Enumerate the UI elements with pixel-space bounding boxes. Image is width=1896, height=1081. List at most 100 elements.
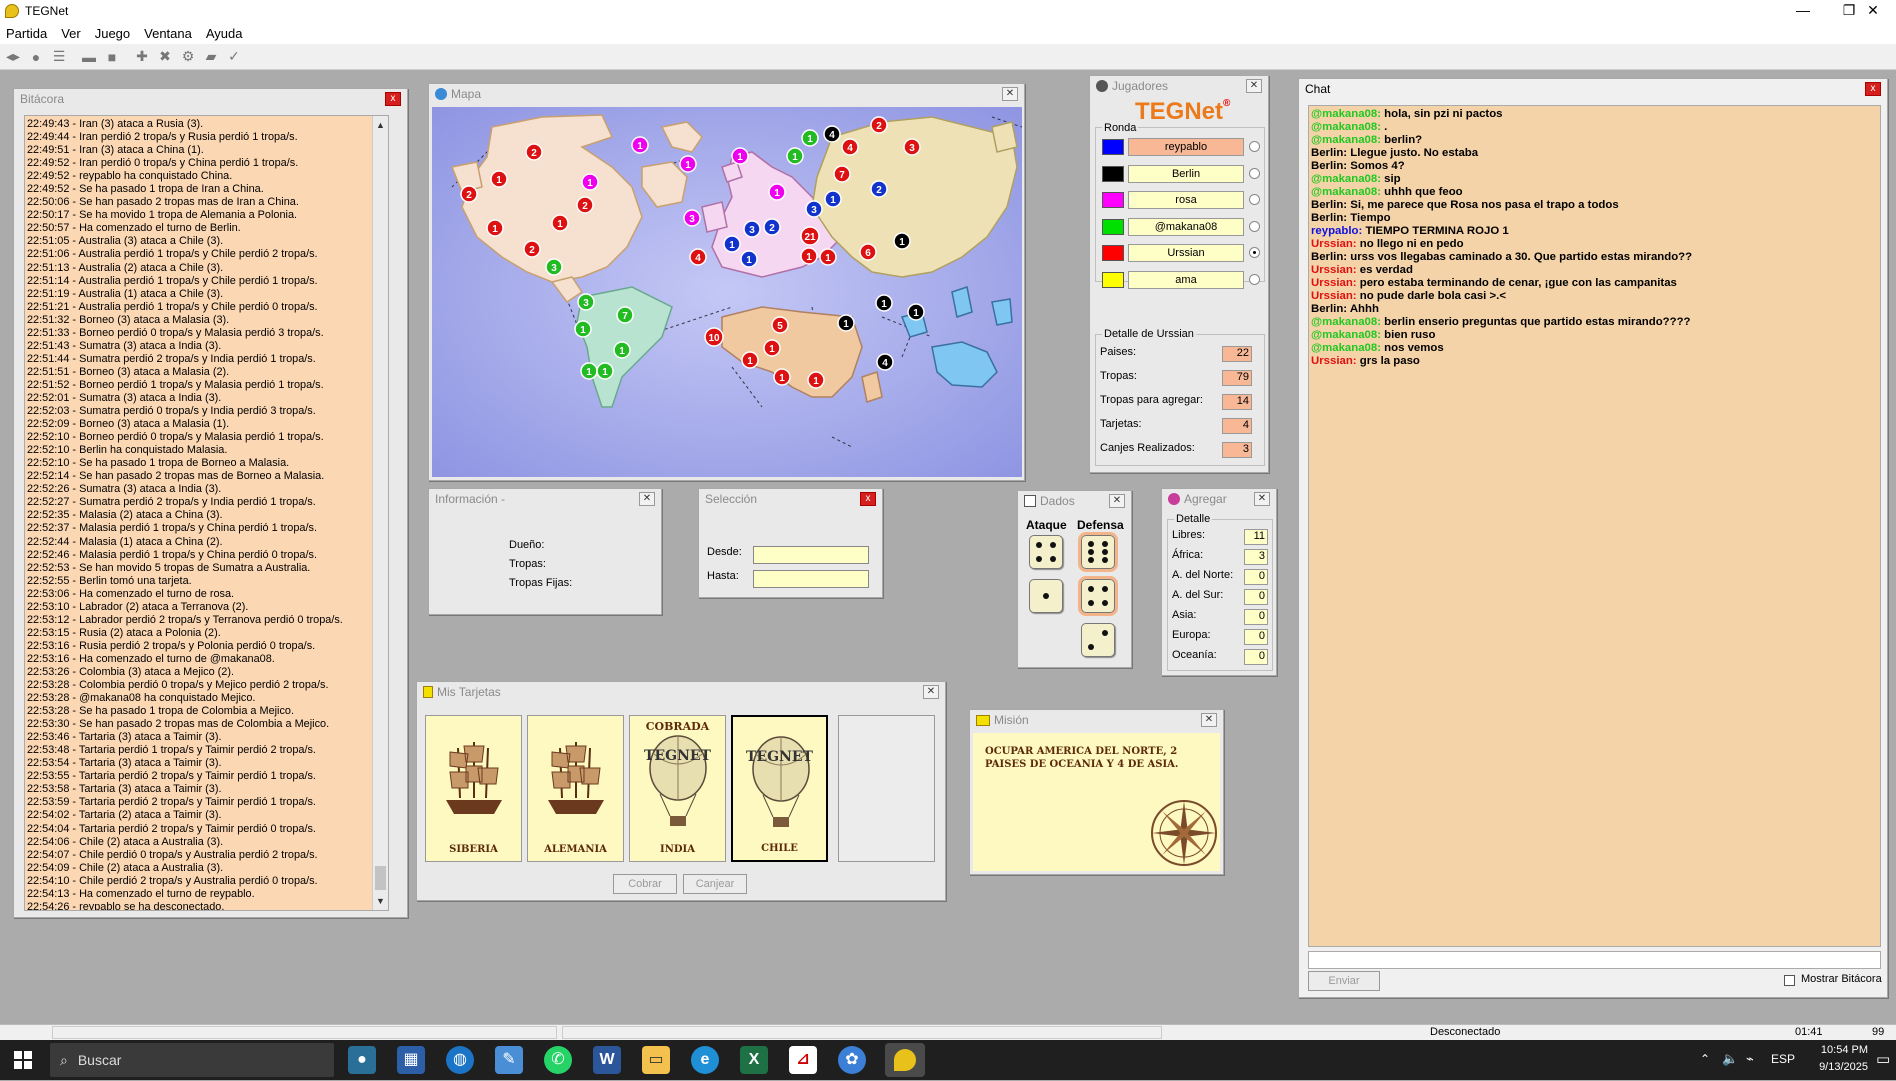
connect-icon[interactable]: ◂▸ bbox=[2, 47, 24, 67]
player-row[interactable]: Urssian bbox=[1102, 244, 1260, 262]
army-marker[interactable]: 4 bbox=[841, 138, 859, 156]
player-radio[interactable] bbox=[1249, 247, 1260, 258]
notifications-icon[interactable]: ▭ bbox=[1876, 1050, 1890, 1068]
player-radio[interactable] bbox=[1249, 167, 1260, 179]
army-marker[interactable]: 3 bbox=[545, 258, 563, 276]
army-marker[interactable]: 3 bbox=[577, 293, 595, 311]
army-marker[interactable]: 1 bbox=[786, 147, 804, 165]
army-marker[interactable]: 1 bbox=[801, 129, 819, 147]
stack-icon[interactable]: ■ bbox=[101, 47, 123, 67]
end-turn-icon[interactable]: ✓ bbox=[223, 47, 245, 67]
army-marker[interactable]: 2 bbox=[576, 196, 594, 214]
regroup-icon[interactable]: ⚙ bbox=[177, 47, 199, 67]
info-close-button[interactable]: ✕ bbox=[639, 492, 655, 506]
army-marker[interactable]: 2 bbox=[525, 143, 543, 161]
card-icon[interactable]: ▬ bbox=[78, 47, 100, 67]
log-box[interactable]: 22:49:43 - Iran (3) ataca a Rusia (3). 22… bbox=[24, 115, 389, 911]
dice-close-button[interactable]: ✕ bbox=[1109, 494, 1125, 508]
close-window-button[interactable]: ✕ bbox=[1850, 0, 1896, 22]
app-circle-icon[interactable]: ✿ bbox=[838, 1046, 866, 1074]
player-row[interactable]: reypablo bbox=[1102, 138, 1260, 156]
army-marker[interactable]: 1 bbox=[768, 183, 786, 201]
army-marker[interactable]: 2 bbox=[523, 240, 541, 258]
selection-close-button[interactable]: x bbox=[860, 492, 876, 506]
calculator-icon[interactable]: ▦ bbox=[397, 1046, 425, 1074]
player-radio[interactable] bbox=[1249, 220, 1260, 232]
cobrar-button[interactable]: Cobrar bbox=[613, 874, 677, 894]
chat-input[interactable] bbox=[1308, 951, 1881, 969]
army-marker[interactable]: 1 bbox=[613, 341, 631, 359]
card-siberia[interactable]: SIBERIA bbox=[425, 715, 522, 862]
minimize-button[interactable]: — bbox=[1780, 0, 1826, 22]
army-marker[interactable]: 3 bbox=[903, 138, 921, 156]
edge-icon[interactable]: e bbox=[691, 1046, 719, 1074]
clock-date[interactable]: 9/13/2025 bbox=[1810, 1061, 1868, 1073]
army-marker[interactable]: 1 bbox=[837, 314, 855, 332]
mission-close-button[interactable]: ✕ bbox=[1201, 713, 1217, 727]
windows-start-icon[interactable] bbox=[14, 1051, 32, 1069]
player-radio[interactable] bbox=[1249, 141, 1260, 152]
from-field[interactable] bbox=[753, 546, 869, 564]
army-marker[interactable]: 1 bbox=[800, 247, 818, 265]
army-marker[interactable]: 6 bbox=[859, 243, 877, 261]
army-marker[interactable]: 3 bbox=[805, 200, 823, 218]
player-radio[interactable] bbox=[1249, 194, 1260, 205]
army-marker[interactable]: 1 bbox=[574, 320, 592, 338]
card-india[interactable]: COBRADA TEGNET INDIA bbox=[629, 715, 726, 862]
file-explorer-icon[interactable]: ▭ bbox=[642, 1046, 670, 1074]
player-row[interactable]: Berlin bbox=[1102, 164, 1260, 183]
card-chile[interactable]: TEGNET CHILE bbox=[731, 715, 828, 862]
army-marker[interactable]: 2 bbox=[870, 116, 888, 134]
army-marker[interactable]: 7 bbox=[616, 306, 634, 324]
language-indicator[interactable]: ESP bbox=[1771, 1052, 1795, 1066]
disconnect-icon[interactable]: ● bbox=[25, 47, 47, 67]
army-marker[interactable]: 3 bbox=[743, 220, 761, 238]
show-log-checkbox[interactable] bbox=[1784, 975, 1795, 986]
chat-close-button[interactable]: x bbox=[1865, 82, 1881, 96]
whatsapp-icon[interactable]: ✆ bbox=[544, 1046, 572, 1074]
volume-icon[interactable]: 🔈 bbox=[1722, 1051, 1738, 1067]
to-field[interactable] bbox=[753, 570, 869, 588]
attack-icon[interactable]: ✖ bbox=[154, 47, 176, 67]
list-icon[interactable]: ☰ bbox=[48, 47, 70, 67]
taskbar-search[interactable]: ⌕ Buscar bbox=[50, 1043, 334, 1077]
army-marker[interactable]: 1 bbox=[731, 147, 749, 165]
army-marker[interactable]: 21 bbox=[800, 226, 820, 246]
notepad-icon[interactable]: ✎ bbox=[495, 1046, 523, 1074]
army-marker[interactable]: 1 bbox=[631, 136, 649, 154]
tegnet-taskbar-icon[interactable] bbox=[885, 1043, 925, 1077]
menu-ventana[interactable]: Ventana bbox=[144, 26, 192, 41]
menu-ayuda[interactable]: Ayuda bbox=[206, 26, 243, 41]
menu-ver[interactable]: Ver bbox=[61, 26, 81, 41]
army-marker[interactable]: 1 bbox=[723, 235, 741, 253]
app-paint-icon[interactable]: ● bbox=[348, 1046, 376, 1074]
army-marker[interactable]: 2 bbox=[870, 180, 888, 198]
army-marker[interactable]: 4 bbox=[689, 248, 707, 266]
add-army-icon[interactable]: ✚ bbox=[131, 47, 153, 67]
player-row[interactable]: @makana08 bbox=[1102, 217, 1260, 236]
canjear-button[interactable]: Canjear bbox=[683, 874, 747, 894]
army-marker[interactable]: 1 bbox=[740, 250, 758, 268]
menu-partida[interactable]: Partida bbox=[6, 26, 47, 41]
log-scrollbar[interactable]: ▲ ▼ bbox=[372, 116, 388, 910]
army-marker[interactable]: 4 bbox=[876, 353, 894, 371]
army-marker[interactable]: 1 bbox=[679, 155, 697, 173]
army-marker[interactable]: 1 bbox=[773, 368, 791, 386]
clock-time[interactable]: 10:54 PM bbox=[1818, 1044, 1868, 1056]
army-marker[interactable]: 1 bbox=[551, 214, 569, 232]
cards-close-button[interactable]: ✕ bbox=[923, 685, 939, 699]
player-row[interactable]: rosa bbox=[1102, 191, 1260, 209]
army-marker[interactable]: 1 bbox=[581, 173, 599, 191]
army-marker[interactable]: 1 bbox=[490, 170, 508, 188]
army-marker[interactable]: 2 bbox=[763, 218, 781, 236]
excel-icon[interactable]: X bbox=[740, 1046, 768, 1074]
army-marker[interactable]: 1 bbox=[893, 232, 911, 250]
send-button[interactable]: Enviar bbox=[1308, 971, 1380, 991]
army-marker[interactable]: 7 bbox=[833, 165, 851, 183]
army-marker[interactable]: 1 bbox=[580, 362, 598, 380]
menu-juego[interactable]: Juego bbox=[95, 26, 130, 41]
army-marker[interactable]: 5 bbox=[771, 316, 789, 334]
army-marker[interactable]: 1 bbox=[824, 190, 842, 208]
add-close-button[interactable]: ✕ bbox=[1254, 492, 1270, 506]
player-row[interactable]: ama bbox=[1102, 270, 1260, 289]
